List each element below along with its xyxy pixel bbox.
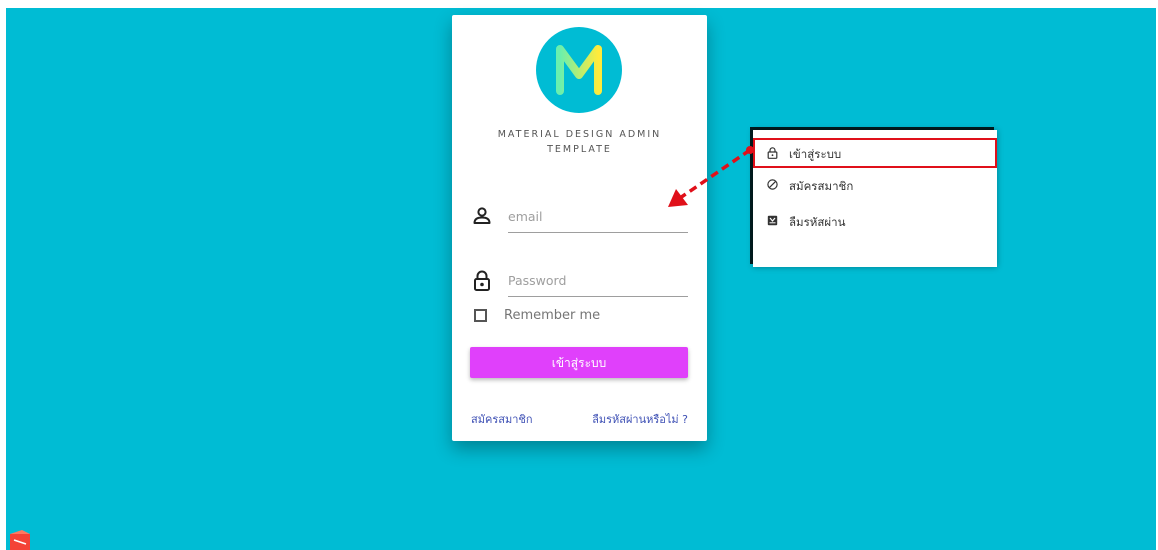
password-input[interactable] [508,264,688,297]
lock-icon [767,147,778,159]
remember-checkbox[interactable] [474,309,487,322]
inbox-icon [767,215,778,226]
email-input[interactable] [508,200,688,233]
remember-label: Remember me [504,308,601,323]
register-link[interactable]: สมัครสมาชิก [471,410,533,428]
menu-panel: เข้าสู่ระบบ สมัครสมาชิก ลืมรหัสผ่าน [753,130,997,267]
logo-m-icon [556,45,602,95]
app-corner-icon [10,530,30,550]
remember-me: Remember me [474,307,674,327]
menu-item-login[interactable]: เข้าสู่ระบบ [753,138,997,168]
login-button[interactable]: เข้าสู่ระบบ [470,347,688,378]
password-field [472,264,688,304]
block-icon [767,179,778,190]
email-field [472,200,688,240]
lock-icon [474,270,490,291]
login-card: MATERIAL DESIGN ADMIN TEMPLATE Remember … [452,15,707,441]
menu-item-forgot[interactable]: ลืมรหัสผ่าน [753,206,997,236]
menu-item-label: ลืมรหัสผ่าน [789,215,846,229]
menu-item-label: สมัครสมาชิก [789,179,854,193]
app-title: MATERIAL DESIGN ADMIN TEMPLATE [497,129,662,155]
menu-item-register[interactable]: สมัครสมาชิก [753,170,997,200]
app-logo [536,27,622,113]
menu-item-label: เข้าสู่ระบบ [789,147,842,161]
user-icon [473,207,491,224]
forgot-password-link[interactable]: ลืมรหัสผ่านหรือไม่ ? [592,410,688,428]
